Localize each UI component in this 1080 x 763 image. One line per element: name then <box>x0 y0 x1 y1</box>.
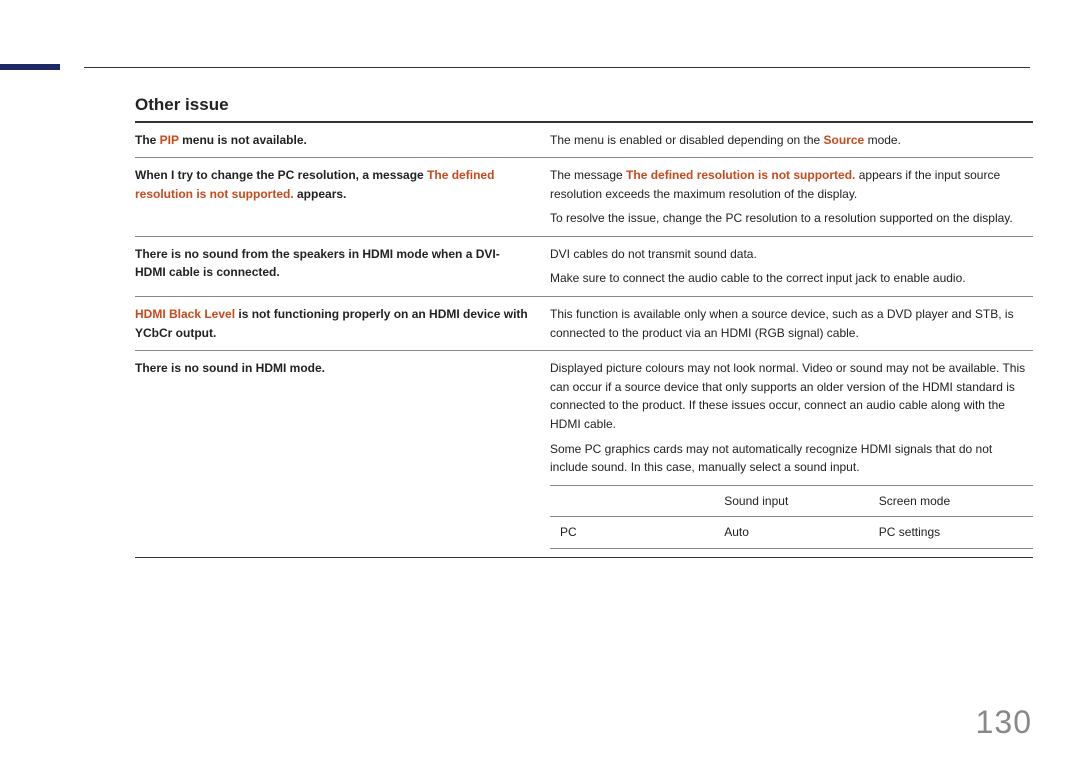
text-span: PIP <box>160 133 179 147</box>
description-paragraph: This function is available only when a s… <box>550 305 1033 342</box>
description-paragraph: Displayed picture colours may not look n… <box>550 359 1033 433</box>
text-span: Some PC graphics cards may not automatic… <box>550 442 992 475</box>
description-cell: DVI cables do not transmit sound data. Ma… <box>550 245 1033 288</box>
sub-table-cell: PC settings <box>869 517 1033 549</box>
page-number: 130 <box>976 704 1032 741</box>
description-cell: The message The defined resolution is no… <box>550 166 1033 228</box>
text-span: HDMI Black Level <box>135 307 235 321</box>
text-span: When I try to change the PC resolution, … <box>135 168 427 182</box>
sub-table-cell: Auto <box>714 517 869 549</box>
description-paragraph: Some PC graphics cards may not automatic… <box>550 440 1033 477</box>
text-span: The <box>135 133 160 147</box>
sub-table-cell: PC <box>550 517 714 549</box>
text-span: To resolve the issue, change the PC reso… <box>550 211 1013 225</box>
sub-table: Sound inputScreen modePCAutoPC settings <box>550 485 1033 549</box>
text-span: The message <box>550 168 626 182</box>
issue-cell: There is no sound from the speakers in H… <box>135 245 550 288</box>
text-span: appears. <box>294 187 347 201</box>
text-span: mode. <box>864 133 901 147</box>
text-span: The menu is enabled or disabled dependin… <box>550 133 824 147</box>
sub-table-cell: Sound input <box>714 485 869 517</box>
table-row: There is no sound in HDMI mode. Displayed… <box>135 351 1033 558</box>
text-span: The defined resolution is not supported. <box>626 168 855 182</box>
issue-cell: The PIP menu is not available. <box>135 131 550 150</box>
text-span: Source <box>824 133 865 147</box>
text-span: There is no sound from the speakers in H… <box>135 247 500 280</box>
text-span: Displayed picture colours may not look n… <box>550 361 1025 431</box>
issue-cell: HDMI Black Level is not functioning prop… <box>135 305 550 342</box>
section-heading: Other issue <box>135 95 1033 115</box>
text-span: Make sure to connect the audio cable to … <box>550 271 966 285</box>
sub-table-cell <box>550 485 714 517</box>
description-cell: The menu is enabled or disabled dependin… <box>550 131 1033 150</box>
sub-table-row: PCAutoPC settings <box>550 517 1033 549</box>
description-cell: This function is available only when a s… <box>550 305 1033 342</box>
text-span: menu is not available. <box>179 133 307 147</box>
table-row: When I try to change the PC resolution, … <box>135 158 1033 237</box>
text-span: This function is available only when a s… <box>550 307 1014 340</box>
content-area: Other issue The PIP menu is not availabl… <box>135 95 1033 558</box>
issue-cell: When I try to change the PC resolution, … <box>135 166 550 228</box>
sub-table-cell: Screen mode <box>869 485 1033 517</box>
text-span: DVI cables do not transmit sound data. <box>550 247 757 261</box>
description-paragraph: Make sure to connect the audio cable to … <box>550 269 1033 288</box>
table-row: HDMI Black Level is not functioning prop… <box>135 297 1033 351</box>
description-cell: Displayed picture colours may not look n… <box>550 359 1033 549</box>
description-paragraph: The message The defined resolution is no… <box>550 166 1033 203</box>
description-paragraph: To resolve the issue, change the PC reso… <box>550 209 1033 228</box>
accent-bar <box>0 64 60 70</box>
sub-table-row: Sound inputScreen mode <box>550 485 1033 517</box>
top-divider <box>84 67 1030 68</box>
table-row: The PIP menu is not available.The menu i… <box>135 123 1033 159</box>
issue-cell: There is no sound in HDMI mode. <box>135 359 550 549</box>
table-row: There is no sound from the speakers in H… <box>135 237 1033 297</box>
issue-table: The PIP menu is not available.The menu i… <box>135 123 1033 559</box>
text-span: There is no sound in HDMI mode. <box>135 361 325 375</box>
description-paragraph: The menu is enabled or disabled dependin… <box>550 131 1033 150</box>
description-paragraph: DVI cables do not transmit sound data. <box>550 245 1033 264</box>
